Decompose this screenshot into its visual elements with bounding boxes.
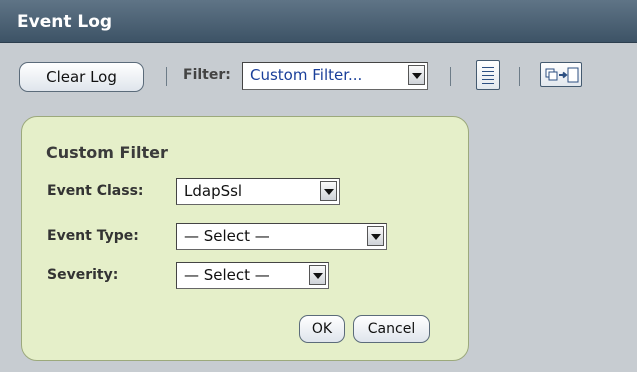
event-type-value: — Select —: [184, 227, 270, 245]
move-copy-glyph: [545, 67, 579, 83]
severity-select[interactable]: — Select —: [176, 262, 329, 289]
toolbar-separator: [166, 67, 167, 86]
severity-value: — Select —: [184, 266, 270, 284]
toolbar-separator: [519, 67, 520, 86]
event-type-label: Event Type:: [47, 228, 139, 244]
chevron-down-icon[interactable]: [320, 181, 337, 201]
event-type-select[interactable]: — Select —: [176, 223, 387, 250]
panel-title: Custom Filter: [46, 143, 168, 162]
toolbar: Clear Log Filter: Custom Filter...: [0, 44, 637, 106]
window-title: Event Log: [0, 0, 637, 43]
ok-button[interactable]: OK: [299, 315, 345, 343]
chevron-down-icon[interactable]: [408, 65, 425, 85]
filter-label: Filter:: [183, 67, 231, 83]
severity-label: Severity:: [47, 267, 119, 283]
event-class-select[interactable]: LdapSsl: [176, 178, 340, 205]
event-class-label: Event Class:: [47, 183, 144, 199]
filter-select-value: Custom Filter...: [250, 66, 363, 84]
move-copy-icon[interactable]: [540, 62, 582, 87]
chevron-down-icon[interactable]: [367, 226, 384, 246]
custom-filter-panel: Custom Filter Event Class: LdapSsl Event…: [21, 116, 469, 361]
toolbar-separator: [450, 67, 451, 86]
filter-select[interactable]: Custom Filter...: [242, 62, 428, 90]
event-class-value: LdapSsl: [184, 182, 243, 200]
clear-log-button[interactable]: Clear Log: [19, 62, 144, 92]
document-view-icon[interactable]: [476, 60, 500, 90]
cancel-button[interactable]: Cancel: [353, 315, 430, 343]
chevron-down-icon[interactable]: [309, 265, 326, 285]
